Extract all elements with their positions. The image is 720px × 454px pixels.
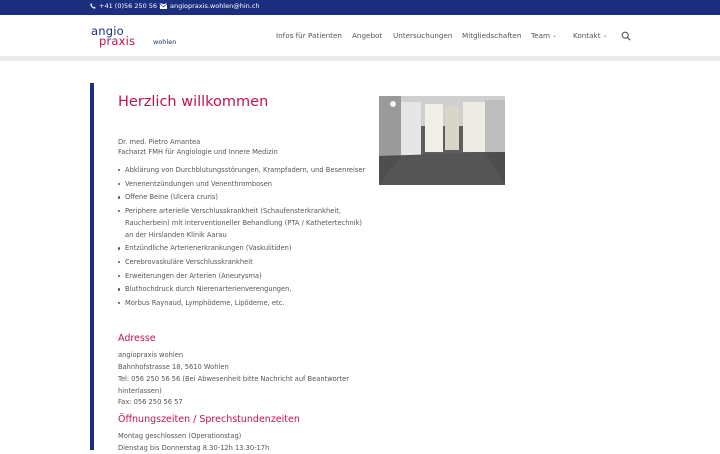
email-contact[interactable]: angiopraxis.wohlen@hin.ch <box>160 2 260 10</box>
phone-icon <box>90 3 96 9</box>
nav-label: Mitgliedschaften <box>462 31 522 40</box>
nav-item-kontakt[interactable]: Kontakt ⌄ <box>573 31 608 40</box>
logo-text-praxis: praxis <box>99 34 136 48</box>
address-heading: Adresse <box>118 333 156 344</box>
list-item: Entzündliche Arterienerkrankungen (Vasku… <box>118 242 368 254</box>
address-name: angiopraxis wohlen <box>118 351 184 359</box>
hours-line: Montag geschlossen (Operationstag) <box>118 432 242 440</box>
content-accent-bar <box>90 83 94 450</box>
address-fax: Fax: 056 250 56 57 <box>118 398 183 406</box>
search-icon[interactable] <box>621 31 631 41</box>
list-item: Venenentzündungen und Venenthrombosen <box>118 178 368 190</box>
nav-label: Team <box>531 31 550 40</box>
list-item: Morbus Raynaud, Lymphödeme, Lipödeme, et… <box>118 297 368 309</box>
list-item: Cerebrovaskuläre Verschlusskrankheit <box>118 256 368 268</box>
nav-item-untersuchungen[interactable]: Untersuchungen <box>393 31 452 40</box>
nav-label: Untersuchungen <box>393 31 453 40</box>
nav-item-angebot[interactable]: Angebot <box>352 31 382 40</box>
practice-hallway-photo <box>379 96 505 185</box>
header-divider <box>0 56 720 61</box>
list-item: Abklärung von Durchblutungsstörungen, Kr… <box>118 164 368 176</box>
nav-item-mitgliedschaften[interactable]: Mitgliedschaften <box>462 31 521 40</box>
nav-item-team[interactable]: Team ⌄ <box>531 31 557 40</box>
hours-line: Dienstag bis Donnerstag 8.30-12h 13.30-1… <box>118 444 270 452</box>
envelope-icon <box>160 3 167 9</box>
page-title: Herzlich willkommen <box>118 94 269 110</box>
list-item: Periphere arterielle Verschlusskrankheit… <box>118 205 368 241</box>
nav-label: Kontakt <box>573 31 601 40</box>
services-list: Abklärung von Durchblutungsstörungen, Kr… <box>118 164 368 310</box>
address-street: Bahnhofstrasse 18, 5610 Wohlen <box>118 363 229 371</box>
nav-label: Infos für Patienten <box>276 31 342 40</box>
address-tel: Tel: 056 250 56 56 (Bei Abwesenheit bitt… <box>118 375 349 395</box>
hours-heading: Öffnungszeiten / Sprechstundenzeiten <box>118 414 300 425</box>
list-item: Offene Beine (Ulcera cruris) <box>118 191 368 203</box>
email-address: angiopraxis.wohlen@hin.ch <box>170 2 260 10</box>
doctor-title: Facharzt FMH für Angiologie und Innere M… <box>118 148 278 156</box>
nav-item-infos[interactable]: Infos für Patienten <box>276 31 342 40</box>
list-item: Bluthochdruck durch Nierenarterienvereng… <box>118 283 368 295</box>
phone-number: +41 (0)56 250 56 56 <box>99 2 168 10</box>
nav-label: Angebot <box>352 31 383 40</box>
list-item: Erweiterungen der Arterien (Aneurysma) <box>118 270 368 282</box>
top-contact-bar: +41 (0)56 250 56 56 angiopraxis.wohlen@h… <box>0 0 720 15</box>
phone-contact[interactable]: +41 (0)56 250 56 56 <box>90 2 167 10</box>
chevron-down-icon: ⌄ <box>552 32 558 39</box>
logo-text-wohlen: wohlen <box>153 38 177 46</box>
chevron-down-icon: ⌄ <box>602 32 608 39</box>
